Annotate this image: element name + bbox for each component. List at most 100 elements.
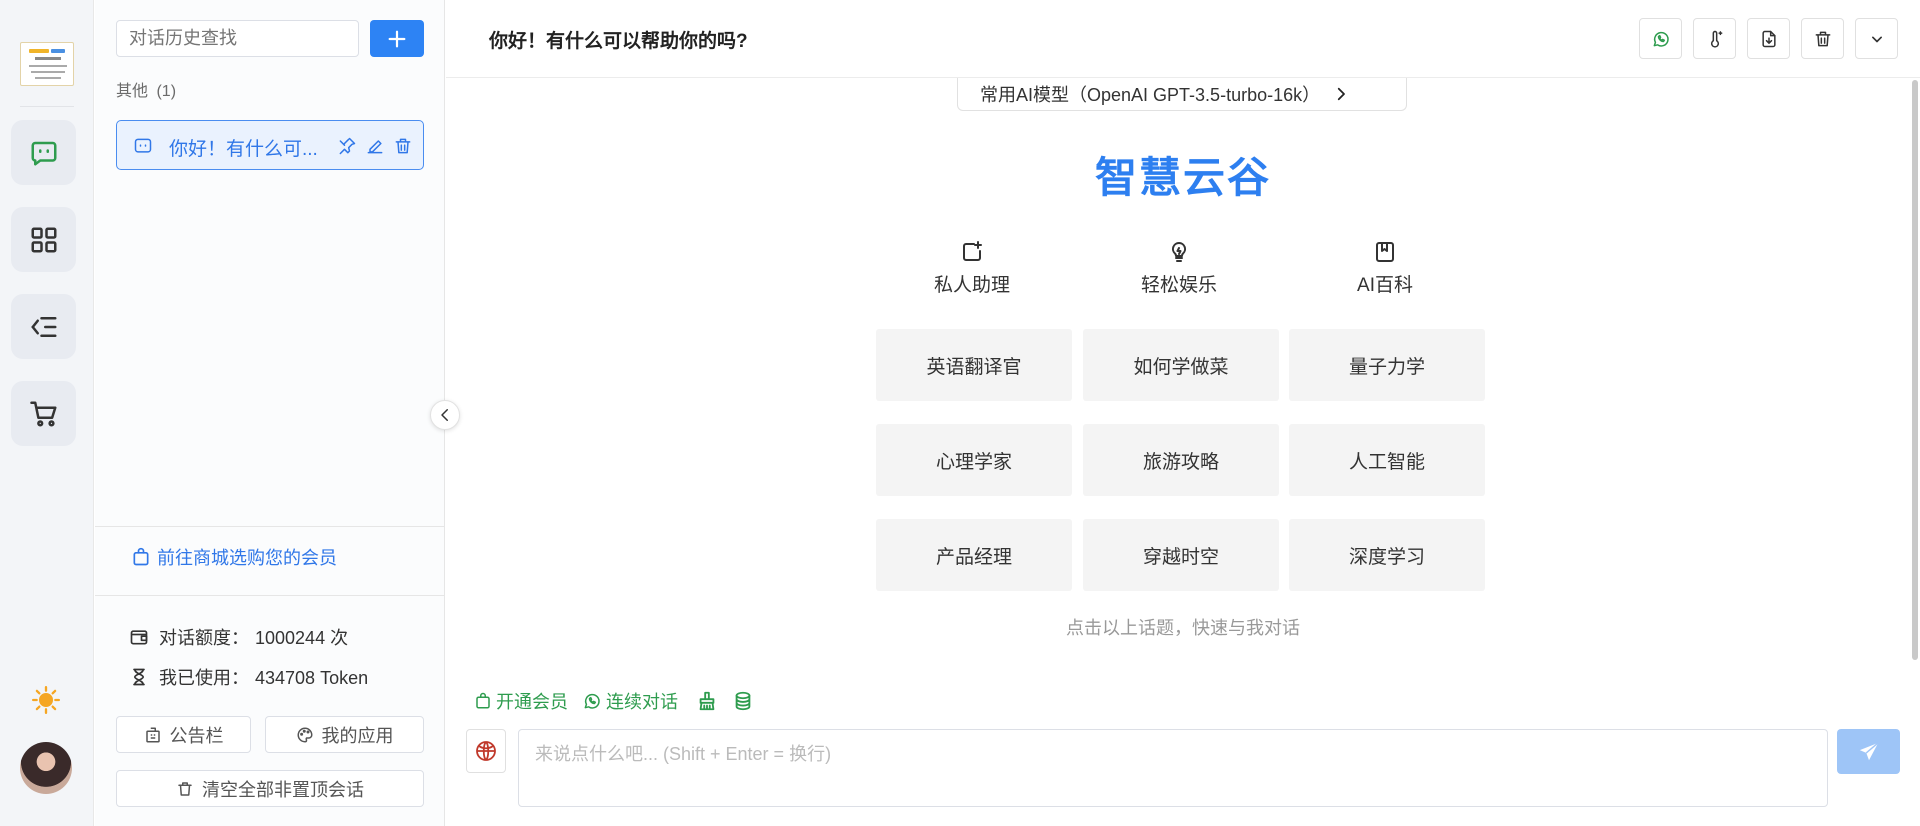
group-count: (1) [156,83,177,100]
more-options-button[interactable] [1855,18,1898,59]
quick-actions: 开通会员 连续对话 [474,688,754,714]
sun-icon[interactable] [32,686,60,714]
new-chat-button[interactable] [370,20,424,57]
category-label: 私人助理 [933,275,1010,296]
delete-chat-button[interactable] [1801,18,1844,59]
palette-icon [297,727,312,742]
quota-value: 1000244 次 [255,628,349,648]
chat-title: 你好！有什么可以帮助你的吗? [489,31,748,52]
whatsapp-icon [1653,31,1669,47]
wallet-icon [130,630,148,645]
shop-link-label: 前往商城选购您的会员 [157,548,337,568]
notice-board-label: 公告栏 [169,725,224,746]
coins-icon[interactable] [732,690,754,712]
lightbulb-icon [1171,241,1187,262]
topics-hint: 点击以上话题，快速与我对话 [1066,618,1300,638]
collapse-sidebar-button[interactable] [430,400,460,430]
pin-icon[interactable] [337,136,357,156]
shopping-bag-icon [476,692,490,709]
topic-card[interactable]: 英语翻译官 [876,329,1072,401]
app-logo[interactable] [20,42,74,86]
export-button[interactable] [1747,18,1790,59]
chat-header: 你好！有什么可以帮助你的吗? [446,0,1920,78]
open-membership-button[interactable]: 开通会员 [474,688,568,714]
group-name: 其他 [116,83,149,100]
message-input[interactable] [518,729,1828,807]
topic-card[interactable]: 深度学习 [1289,519,1485,591]
cart-icon [29,401,56,426]
broom-icon[interactable] [696,690,718,712]
send-button[interactable] [1837,729,1900,774]
trash-icon [1815,31,1830,46]
topic-card[interactable]: 人工智能 [1289,424,1485,496]
rail-divider [20,106,74,107]
used-value: 434708 Token [255,668,369,688]
web-search-toggle[interactable] [466,729,506,773]
clear-conversations-button[interactable]: 清空全部非置顶会话 [116,770,424,807]
my-apps-label: 我的应用 [321,725,394,746]
model-label: 常用AI模型（OpenAI GPT-3.5-turbo-16k） [980,85,1321,105]
whatsapp-icon [584,693,600,709]
send-icon [1859,741,1879,760]
model-selector[interactable]: 常用AI模型（OpenAI GPT-3.5-turbo-16k） [957,78,1407,111]
chevron-down-icon [1871,36,1882,42]
topic-card[interactable]: 穿越时空 [1083,519,1279,591]
usage-stat: 我已使用： 434708 Token [129,664,368,690]
book-icon [1376,242,1394,262]
topic-card[interactable]: 旅游攻略 [1083,424,1279,496]
topic-card[interactable]: 量子力学 [1289,329,1485,401]
clear-conversations-label: 清空全部非置顶会话 [202,779,364,800]
chat-bubble-icon [134,138,152,153]
continuous-chat-toggle[interactable]: 连续对话 [582,688,678,714]
rail-chat-button[interactable] [11,120,76,185]
quota-label: 对话额度： [159,628,249,648]
conversation-title: 你好！有什么可... [169,139,318,160]
used-label: 我已使用： [159,668,249,688]
category-ai-encyclopedia: AI百科 [1287,240,1483,297]
rail-list-button[interactable] [11,294,76,359]
add-note-icon [963,241,982,261]
building-icon [145,727,160,742]
shopping-bag-icon [133,547,149,566]
avatar[interactable] [20,742,72,794]
app-root: 其他 (1) 你好！有什么可... 前往商城选购您的会员 [0,0,1920,826]
topic-card[interactable]: 如何学做菜 [1083,329,1279,401]
conversation-group-label: 其他 (1) [116,77,176,101]
rail-shop-button[interactable] [11,381,76,446]
chevron-left-icon [441,409,448,421]
plus-icon [388,30,406,47]
temperature-button[interactable] [1693,18,1736,59]
sidebar-divider [95,526,445,527]
topic-card[interactable]: 产品经理 [876,519,1072,591]
file-download-icon [1761,30,1776,47]
hourglass-icon [133,668,145,686]
trash-icon[interactable] [393,136,413,156]
rail-apps-button[interactable] [11,207,76,272]
edit-icon[interactable] [365,136,385,156]
chat-main: 你好！有什么可以帮助你的吗? 常用AI模型（OpenAI GPT-3.5-tur… [446,0,1920,826]
my-apps-button[interactable]: 我的应用 [265,716,424,753]
category-entertainment: 轻松娱乐 [1081,240,1277,297]
quota-stat: 对话额度： 1000244 次 [129,624,348,650]
whatsapp-button[interactable] [1639,18,1682,59]
topic-card[interactable]: 心理学家 [876,424,1072,496]
brand-title: 智慧云谷 [1094,154,1271,201]
history-search-input[interactable] [116,20,359,57]
icon-rail [0,0,94,826]
sidebar-divider [95,595,445,596]
conversation-item[interactable]: 你好！有什么可... [116,120,424,170]
chevron-right-icon [1337,87,1346,101]
open-membership-label: 开通会员 [496,692,568,712]
continuous-chat-label: 连续对话 [606,692,678,712]
list-indent-icon [30,316,56,337]
notice-board-button[interactable]: 公告栏 [116,716,251,753]
category-private-assistant: 私人助理 [874,240,1070,297]
chat-bubble-icon [31,141,56,165]
scrollbar[interactable] [1912,80,1918,660]
category-label: 轻松娱乐 [1140,275,1217,296]
category-label: AI百科 [1357,275,1413,296]
thermometer-icon [1710,30,1722,48]
shop-membership-link[interactable]: 前往商城选购您的会员 [131,544,337,570]
conversation-sidebar: 其他 (1) 你好！有什么可... 前往商城选购您的会员 [95,0,445,826]
trash-icon [178,781,192,796]
